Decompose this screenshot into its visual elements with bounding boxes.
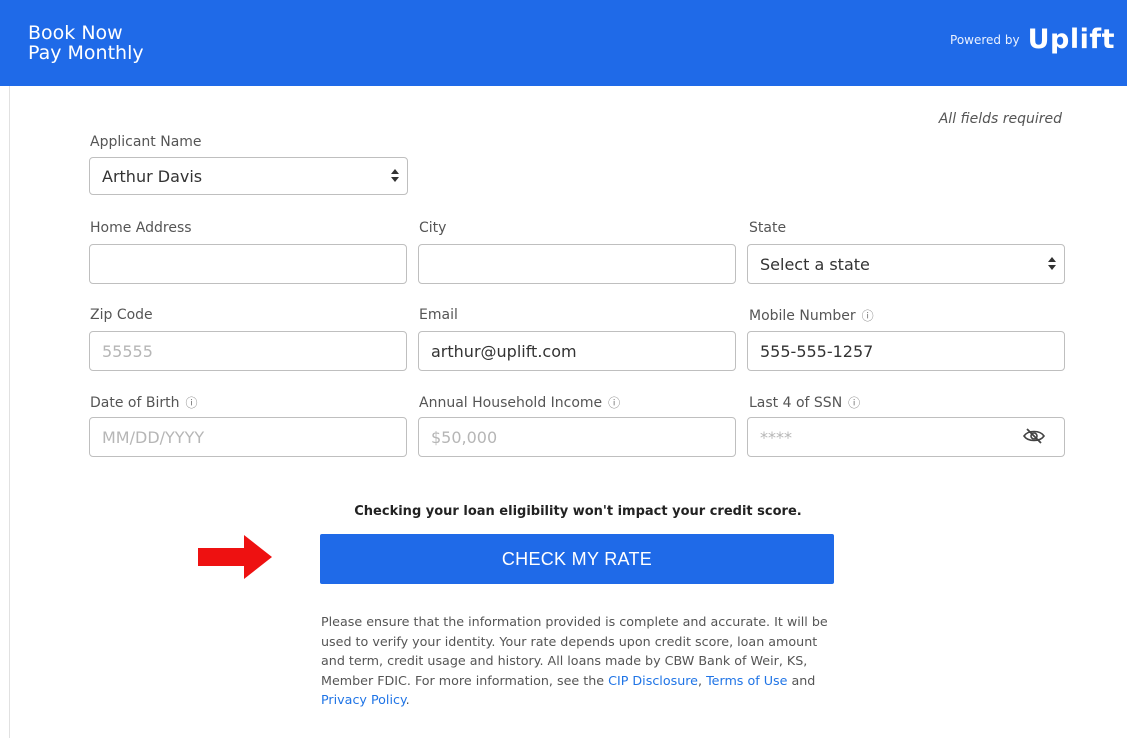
disclaimer-and: and [787, 672, 816, 688]
powered-by-label: Powered by [950, 32, 1020, 47]
date-of-birth-input[interactable]: MM/DD/YYYY [89, 417, 407, 457]
uplift-logo: Uplift [1027, 24, 1115, 55]
applicant-name-value: Arthur Davis [102, 166, 203, 186]
info-icon[interactable]: ⓘ [608, 394, 620, 411]
check-my-rate-button[interactable]: CHECK MY RATE [320, 534, 834, 584]
zip-code-label: Zip Code [90, 307, 153, 323]
mobile-number-input[interactable]: 555-555-1257 [747, 331, 1065, 371]
header-bar: Book Now Pay Monthly Powered by Uplift [0, 0, 1127, 86]
select-arrows-icon [391, 168, 399, 184]
red-arrow-icon [198, 535, 272, 579]
applicant-name-select[interactable]: Arthur Davis [89, 157, 408, 195]
zip-code-input[interactable]: 55555 [89, 331, 407, 371]
state-value: Select a state [760, 254, 870, 274]
applicant-name-label: Applicant Name [90, 134, 202, 150]
email-value: arthur@uplift.com [431, 341, 577, 361]
page-border [9, 86, 10, 738]
date-of-birth-label-text: Date of Birth [90, 395, 180, 411]
mobile-number-value: 555-555-1257 [760, 341, 874, 361]
credit-score-notice: Checking your loan eligibility won't imp… [354, 504, 802, 519]
select-arrows-icon [1048, 256, 1056, 272]
cip-disclosure-link[interactable]: CIP Disclosure [608, 673, 698, 688]
header-title-line1: Book Now [28, 22, 123, 44]
terms-of-use-link[interactable]: Terms of Use [706, 673, 787, 688]
email-label: Email [419, 307, 458, 323]
disclaimer-text: Please ensure that the information provi… [321, 612, 833, 710]
state-select[interactable]: Select a state [747, 244, 1065, 284]
ssn-last4-label: Last 4 of SSN ⓘ [749, 394, 860, 411]
date-of-birth-label: Date of Birth ⓘ [90, 394, 197, 411]
disclaimer-sep: , [697, 672, 707, 688]
home-address-input[interactable] [89, 244, 407, 284]
ssn-last4-placeholder: **** [760, 427, 792, 447]
annual-income-placeholder: $50,000 [431, 427, 498, 447]
mobile-number-label-text: Mobile Number [749, 308, 856, 324]
ssn-last4-input[interactable]: **** [747, 417, 1065, 457]
info-icon[interactable]: ⓘ [185, 394, 197, 411]
privacy-policy-link[interactable]: Privacy Policy [321, 692, 406, 707]
date-of-birth-placeholder: MM/DD/YYYY [102, 427, 205, 447]
email-input[interactable]: arthur@uplift.com [418, 331, 736, 371]
state-label: State [749, 220, 787, 236]
annual-income-input[interactable]: $50,000 [418, 417, 736, 457]
city-input[interactable] [418, 244, 736, 284]
hide-password-eye-icon[interactable] [1022, 427, 1046, 445]
info-icon[interactable]: ⓘ [848, 394, 860, 411]
annual-income-label-text: Annual Household Income [419, 395, 603, 411]
info-icon[interactable]: ⓘ [862, 307, 874, 324]
annual-income-label: Annual Household Income ⓘ [419, 394, 620, 411]
header-title: Book Now Pay Monthly [28, 23, 144, 63]
powered-by: Powered by Uplift [950, 24, 1115, 55]
zip-code-placeholder: 55555 [102, 341, 153, 361]
header-title-line2: Pay Monthly [28, 42, 144, 64]
home-address-label: Home Address [90, 220, 192, 236]
mobile-number-label: Mobile Number ⓘ [749, 307, 874, 324]
ssn-last4-label-text: Last 4 of SSN [749, 395, 843, 411]
all-fields-required-note: All fields required [938, 111, 1062, 127]
disclaimer-end: . [405, 692, 410, 707]
city-label: City [419, 220, 447, 236]
